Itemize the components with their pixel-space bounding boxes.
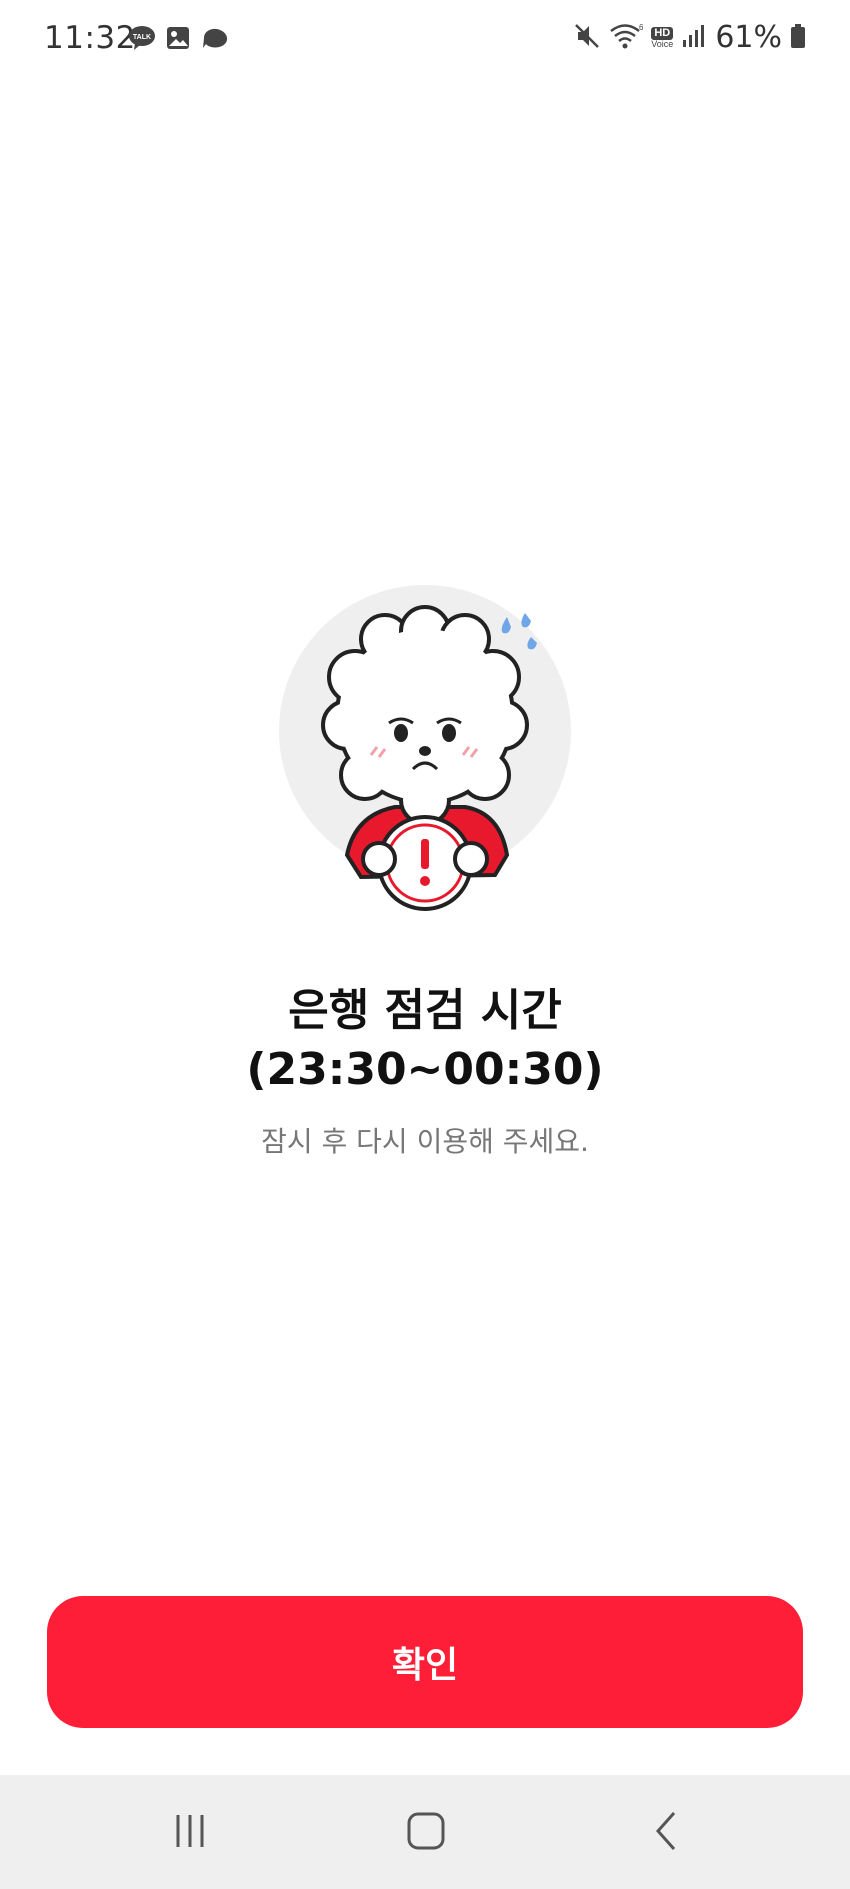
maintenance-title: 은행 점검 시간 bbox=[288, 985, 562, 1036]
screen: 11:32 TALK 6 HD Voice 61% 은행 점검 시간 (23:3… bbox=[0, 0, 850, 1889]
system-status: 6 HD Voice 61% bbox=[573, 20, 806, 55]
confirm-button[interactable]: 확인 bbox=[47, 1596, 803, 1728]
notification-icons: TALK bbox=[128, 24, 232, 56]
recent-apps-button[interactable] bbox=[160, 1803, 220, 1863]
status-bar: 11:32 TALK 6 HD Voice 61% bbox=[0, 0, 850, 80]
signal-icon bbox=[681, 22, 707, 54]
talk-icon: TALK bbox=[128, 24, 156, 56]
battery-icon bbox=[790, 22, 806, 54]
hd-voice-icon: HD Voice bbox=[651, 26, 674, 49]
sad-character-illustration bbox=[275, 585, 575, 915]
svg-text:6: 6 bbox=[639, 23, 643, 32]
threads-icon bbox=[200, 24, 232, 56]
status-time: 11:32 bbox=[44, 20, 136, 56]
svg-text:TALK: TALK bbox=[133, 34, 151, 41]
battery-percent: 61% bbox=[715, 20, 782, 55]
wifi-icon: 6 bbox=[609, 22, 644, 54]
maintenance-subtitle: 잠시 후 다시 이용해 주세요. bbox=[261, 1125, 589, 1158]
image-icon bbox=[164, 24, 192, 56]
hd-voice-sublabel: Voice bbox=[651, 38, 674, 49]
maintenance-time-range: (23:30~00:30) bbox=[246, 1044, 604, 1095]
back-icon bbox=[646, 1811, 686, 1855]
navigation-bar bbox=[0, 1775, 850, 1889]
recent-apps-icon bbox=[170, 1811, 210, 1855]
hd-voice-label: HD bbox=[651, 26, 674, 40]
home-icon bbox=[406, 1811, 446, 1855]
home-button[interactable] bbox=[396, 1803, 456, 1863]
back-button[interactable] bbox=[636, 1803, 696, 1863]
mute-icon bbox=[573, 22, 601, 54]
